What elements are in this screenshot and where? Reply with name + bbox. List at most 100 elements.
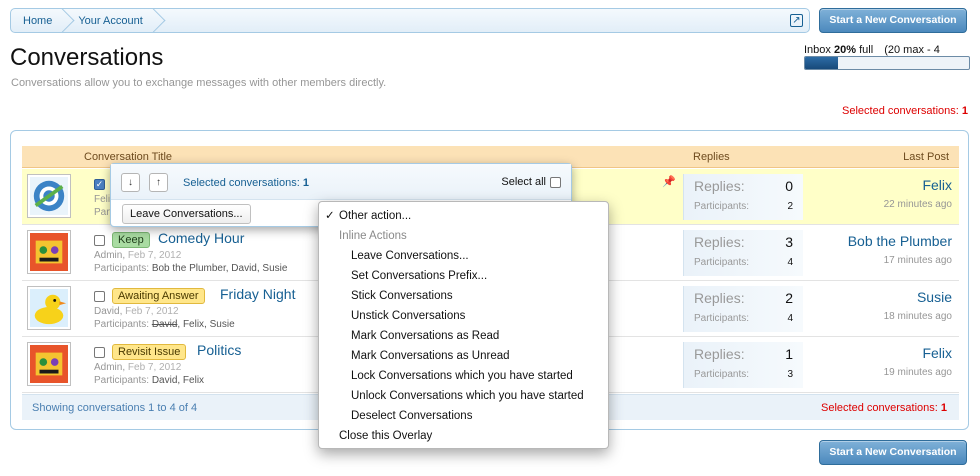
participants-count-label: Participants: [694,201,750,212]
selected-count-top[interactable]: Selected conversations: 1 [842,105,968,117]
row-author[interactable]: David, [94,306,122,317]
replies-value: 3 [785,234,793,250]
last-post-time[interactable]: 17 minutes ago [884,255,952,266]
inline-action-select[interactable]: Leave Conversations... [122,204,251,224]
participants-count: 3 [787,369,793,380]
row-checkbox[interactable] [94,235,105,246]
cartoon-avatar-icon [30,345,68,383]
selected-label: Selected conversations: [821,402,938,414]
dropdown-option-unstick[interactable]: Unstick Conversations [319,306,608,326]
dropdown-option-label: Unlock Conversations which you have star… [351,390,584,402]
last-post-user[interactable]: Felix [922,345,952,361]
row-author[interactable]: Admin, [94,250,125,261]
external-link-icon[interactable]: ↗ [790,14,803,27]
select-next-button[interactable]: ↓ [121,173,140,192]
selected-count: 1 [961,105,968,117]
row-author[interactable]: Feli [94,194,110,205]
last-post-time[interactable]: 18 minutes ago [884,311,952,322]
row-stats: Replies: 3 Participants: 4 [683,230,803,276]
dropdown-option-stick[interactable]: Stick Conversations [319,286,608,306]
dropdown-option-label: Deselect Conversations [351,410,473,422]
dropdown-option-label: Close this Overlay [339,430,433,442]
avatar[interactable] [27,230,71,274]
dropdown-option-mark-unread[interactable]: Mark Conversations as Unread [319,346,608,366]
quota-percent: 20% [833,44,857,56]
row-stats: Replies: 1 Participants: 3 [683,342,803,388]
participants-label: Participants: [94,319,150,330]
row-checkbox[interactable]: ✓ [94,179,105,190]
last-post-user[interactable]: Susie [917,289,952,305]
participants-count: 2 [787,201,793,212]
participants-names: , Felix, Susie [177,319,235,330]
participants-count: 4 [787,313,793,324]
dropdown-option-other-action[interactable]: ✓ Other action... [319,206,608,226]
avatar[interactable] [27,174,71,218]
selected-count-bottom[interactable]: Selected conversations: 1 [821,402,947,414]
dropdown-option-set-prefix[interactable]: Set Conversations Prefix... [319,266,608,286]
participants-label: Participants: [94,263,150,274]
inline-mod-selected-label: Selected conversations: [183,177,300,189]
row-meta: Admin, Feb 7, 2012 [94,362,181,373]
conversation-title-link[interactable]: Comedy Hour [158,230,244,246]
select-previous-button[interactable]: ↑ [149,173,168,192]
replies-label: Replies: [694,178,745,194]
row-date: Feb 7, 2012 [127,362,182,373]
row-date: Feb 7, 2012 [127,250,182,261]
row-meta: Feli [94,194,110,205]
participant-left: David [151,319,178,330]
select-all-checkbox[interactable] [550,176,561,188]
dropdown-group-text: Inline Actions [339,230,407,242]
row-checkbox[interactable] [94,347,105,358]
replies-value: 1 [785,346,793,362]
column-title: Conversation Title [84,151,173,163]
globe-avatar-icon [30,177,68,215]
row-stats: Replies: 2 Participants: 4 [683,286,803,332]
avatar[interactable] [27,286,71,330]
participants-count: 4 [787,257,793,268]
dropdown-option-label: Other action... [339,210,412,222]
last-post-user[interactable]: Felix [922,177,952,193]
row-participants: Participants: David, Felix [94,375,204,386]
conversation-title-link[interactable]: Politics [197,342,241,358]
dropdown-option-label: Set Conversations Prefix... [351,270,488,282]
conversation-title-link[interactable]: Friday Night [220,286,295,302]
last-post-time[interactable]: 22 minutes ago [884,199,952,210]
dropdown-option-label: Leave Conversations... [351,250,469,262]
row-checkbox[interactable] [94,291,105,302]
column-last-post: Last Post [903,151,949,163]
start-conversation-button[interactable]: Start a New Conversation [819,8,967,33]
dropdown-option-deselect[interactable]: Deselect Conversations [319,406,608,426]
last-post-time[interactable]: 19 minutes ago [884,367,952,378]
row-participants: Participants: David, Felix, Susie [94,319,235,330]
breadcrumb-your-account[interactable]: Your Account [64,9,154,32]
page-description: Conversations allow you to exchange mess… [11,77,387,89]
avatar[interactable] [27,342,71,386]
breadcrumb-home[interactable]: Home [11,9,64,32]
dropdown-option-mark-read[interactable]: Mark Conversations as Read [319,326,608,346]
participants-label: Participants: [94,375,150,386]
selected-label: Selected conversations: [842,105,959,117]
dropdown-option-label: Stick Conversations [351,290,453,302]
inline-mod-header: ↓ ↑ Selected conversations: 1 Select all [111,164,571,200]
prefix-badge: Awaiting Answer [112,288,205,304]
replies-label: Replies: [694,346,745,362]
select-all-control[interactable]: Select all [501,176,561,188]
dropdown-option-close-overlay[interactable]: Close this Overlay [319,426,608,446]
dropdown-option-unlock[interactable]: Unlock Conversations which you have star… [319,386,608,406]
row-author[interactable]: Admin, [94,362,125,373]
column-replies: Replies [693,151,730,163]
prefix-badge: Keep [112,232,150,248]
breadcrumb: Home Your Account ↗ [10,8,810,33]
participants-names: Bob the Plumber, David, Susie [151,263,288,274]
dropdown-option-leave[interactable]: Leave Conversations... [319,246,608,266]
dropdown-option-lock[interactable]: Lock Conversations which you have starte… [319,366,608,386]
row-participants: Participants: Bob the Plumber, David, Su… [94,263,287,274]
selected-count: 1 [940,402,947,414]
start-conversation-button-bottom[interactable]: Start a New Conversation [819,440,967,465]
replies-value: 2 [785,290,793,306]
participants-count-label: Participants: [694,257,750,268]
quota-suffix: full [859,44,874,56]
last-post-user[interactable]: Bob the Plumber [848,233,952,249]
inline-action-dropdown: ✓ Other action... Inline Actions Leave C… [318,201,609,449]
cartoon-avatar-icon [30,233,68,271]
